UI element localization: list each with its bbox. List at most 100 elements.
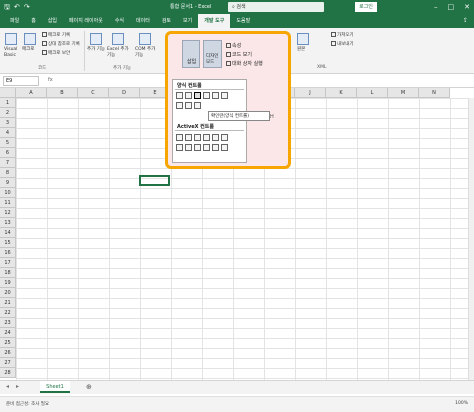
column-header[interactable]: L — [357, 88, 388, 98]
select-all-corner[interactable] — [0, 88, 16, 98]
vertical-scrollbar[interactable] — [468, 98, 474, 380]
row-header[interactable]: 7 — [0, 158, 16, 168]
xml-source-icon[interactable] — [297, 33, 309, 45]
row-header[interactable]: 10 — [0, 188, 16, 198]
activex-textbox-icon[interactable] — [212, 134, 219, 141]
run-dialog-button[interactable]: 대화 상자 실행 — [226, 60, 263, 67]
row-header[interactable]: 13 — [0, 218, 16, 228]
row-header[interactable]: 27 — [0, 358, 16, 368]
label-control-icon[interactable] — [185, 102, 192, 109]
activex-combobox-icon[interactable] — [185, 134, 192, 141]
xml-import-button[interactable]: 가져오기 — [331, 32, 354, 39]
scroll-right-icon[interactable]: ▸ — [16, 383, 19, 390]
row-header[interactable]: 28 — [0, 368, 16, 378]
fx-icon[interactable]: fx — [48, 77, 53, 83]
row-header[interactable]: 1 — [0, 98, 16, 108]
addins-icon[interactable] — [90, 33, 102, 45]
view-code-button[interactable]: 코드 보기 — [226, 51, 252, 58]
scrollbar-control-icon[interactable] — [194, 102, 201, 109]
row-header[interactable]: 6 — [0, 148, 16, 158]
column-header[interactable]: M — [388, 88, 419, 98]
row-header[interactable]: 8 — [0, 168, 16, 178]
record-macro-button[interactable]: 매크로 기록 — [42, 32, 70, 39]
spinner-control-icon[interactable] — [203, 92, 210, 99]
column-header[interactable]: D — [109, 88, 140, 98]
activex-spinner-icon[interactable] — [212, 144, 219, 151]
row-header[interactable]: 11 — [0, 198, 16, 208]
name-box[interactable]: E9 — [3, 76, 39, 86]
row-header[interactable]: 24 — [0, 328, 16, 338]
excel-addins-button[interactable]: Excel 추가 기능 — [107, 47, 131, 59]
redo-icon[interactable]: ↷ — [24, 0, 30, 14]
row-header[interactable]: 17 — [0, 258, 16, 268]
row-header[interactable]: 21 — [0, 298, 16, 308]
tab-insert[interactable]: 삽입 — [42, 14, 63, 28]
column-header[interactable]: B — [47, 88, 78, 98]
row-header[interactable]: 14 — [0, 228, 16, 238]
row-header[interactable]: 25 — [0, 338, 16, 348]
row-header[interactable]: 23 — [0, 318, 16, 328]
listbox-control-icon[interactable] — [212, 92, 219, 99]
tab-formulas[interactable]: 수식 — [109, 14, 130, 28]
activex-button-icon[interactable] — [176, 134, 183, 141]
scroll-left-icon[interactable]: ◂ — [6, 383, 9, 390]
combobox-control-icon[interactable] — [185, 92, 192, 99]
row-header[interactable]: 26 — [0, 348, 16, 358]
maximize-icon[interactable]: □ — [448, 0, 455, 14]
row-header[interactable]: 12 — [0, 208, 16, 218]
row-header[interactable]: 9 — [0, 178, 16, 188]
addins-button[interactable]: 추가 기능 — [87, 47, 105, 53]
share-icon[interactable]: ⇪ — [463, 17, 468, 24]
tab-view[interactable]: 보기 — [177, 14, 198, 28]
selected-cell-e9[interactable] — [139, 175, 170, 186]
activex-toggle-icon[interactable] — [176, 144, 183, 151]
activex-option-icon[interactable] — [185, 144, 192, 151]
excel-addins-icon[interactable] — [112, 33, 124, 45]
column-header[interactable]: J — [295, 88, 326, 98]
macro-security-button[interactable]: 매크로 보안 — [42, 50, 70, 57]
close-icon[interactable]: ✕ — [464, 0, 470, 14]
macro-button[interactable]: 매크로 — [22, 47, 34, 53]
activex-listbox-icon[interactable] — [203, 134, 210, 141]
visual-basic-button[interactable]: Visual Basic — [4, 47, 22, 59]
row-header[interactable]: 2 — [0, 108, 16, 118]
column-header[interactable]: K — [326, 88, 357, 98]
groupbox-control-icon[interactable] — [176, 102, 183, 109]
com-addins-icon[interactable] — [139, 33, 151, 45]
row-header[interactable]: 20 — [0, 288, 16, 298]
column-header[interactable]: N — [419, 88, 450, 98]
activex-more-controls-icon[interactable] — [221, 144, 228, 151]
option-button-control-icon[interactable] — [221, 92, 228, 99]
row-header[interactable]: 3 — [0, 118, 16, 128]
relative-ref-button[interactable]: 상대 참조로 기록 — [42, 41, 80, 48]
minimize-icon[interactable]: – — [434, 0, 438, 14]
tab-developer[interactable]: 개발 도구 — [198, 14, 231, 28]
tab-page-layout[interactable]: 페이지 레이아웃 — [63, 14, 109, 28]
column-header[interactable]: A — [16, 88, 47, 98]
checkbox-control-icon[interactable] — [194, 92, 201, 99]
tab-data[interactable]: 데이터 — [130, 14, 156, 28]
tab-review[interactable]: 검토 — [156, 14, 177, 28]
row-header[interactable]: 22 — [0, 308, 16, 318]
activex-checkbox-icon[interactable] — [194, 134, 201, 141]
row-header[interactable]: 16 — [0, 248, 16, 258]
xml-export-button[interactable]: 내보내기 — [331, 41, 354, 48]
xml-source-button[interactable]: 원본 — [297, 47, 305, 53]
visual-basic-icon[interactable] — [5, 33, 17, 45]
login-button[interactable]: 로그인 — [355, 2, 377, 12]
row-header[interactable]: 19 — [0, 278, 16, 288]
activex-scrollbar-icon[interactable] — [221, 134, 228, 141]
button-control-icon[interactable] — [176, 92, 183, 99]
save-icon[interactable]: 🖫 — [4, 0, 10, 14]
tab-file[interactable]: 파일 — [4, 14, 25, 28]
row-header[interactable]: 4 — [0, 128, 16, 138]
undo-icon[interactable]: ↶ — [14, 0, 20, 14]
search-box[interactable]: ⌕ 검색 — [228, 2, 324, 12]
sheet-tab-sheet1[interactable]: Sheet1 — [40, 381, 70, 393]
properties-button[interactable]: 속성 — [226, 42, 241, 49]
tab-help[interactable]: 도움말 — [230, 14, 256, 28]
zoom-level[interactable]: 100% — [455, 401, 468, 406]
row-header[interactable]: 15 — [0, 238, 16, 248]
macro-icon[interactable] — [24, 33, 36, 45]
activex-label-icon[interactable] — [194, 144, 201, 151]
